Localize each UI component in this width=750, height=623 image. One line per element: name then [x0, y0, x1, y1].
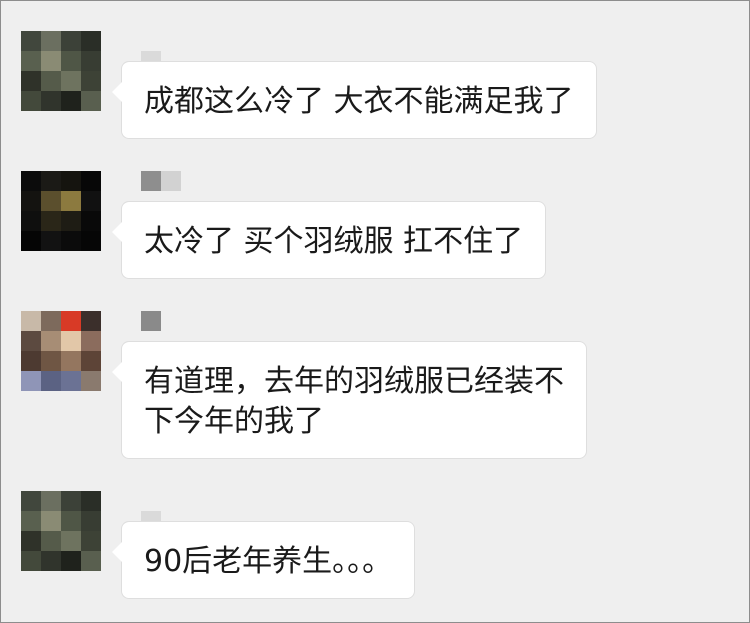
bubble-tail: [112, 222, 122, 242]
bubble-tail: [112, 82, 122, 102]
user-avatar[interactable]: [21, 491, 101, 571]
message-text: 太冷了 买个羽绒服 扛不住了: [144, 224, 524, 259]
message-bubble[interactable]: 有道理，去年的羽绒服已经装不 下今年的我了: [112, 341, 587, 459]
message-text: 90后老年养生。。。: [144, 544, 393, 579]
message-bubble[interactable]: 90后老年养生。。。: [112, 521, 416, 599]
bubble-tail: [112, 362, 122, 382]
user-avatar[interactable]: [21, 31, 101, 111]
bubble-tail: [112, 542, 122, 562]
nickname-mosaic: [141, 311, 161, 331]
message-bubble[interactable]: 太冷了 买个羽绒服 扛不住了: [112, 201, 547, 279]
nickname-mosaic: [141, 171, 181, 191]
message-text: 成都这么冷了 大衣不能满足我了: [144, 84, 574, 119]
message-bubble[interactable]: 成都这么冷了 大衣不能满足我了: [112, 61, 597, 139]
message-text-line-2: 下今年的我了: [144, 404, 324, 439]
message-text-line-1: 有道理，去年的羽绒服已经装不: [144, 364, 564, 399]
user-avatar[interactable]: [21, 311, 101, 391]
chat-screen: 成都这么冷了 大衣不能满足我了 太冷了 买个羽绒服 扛不住了 有道理，去年的羽绒…: [0, 0, 750, 623]
user-avatar[interactable]: [21, 171, 101, 251]
